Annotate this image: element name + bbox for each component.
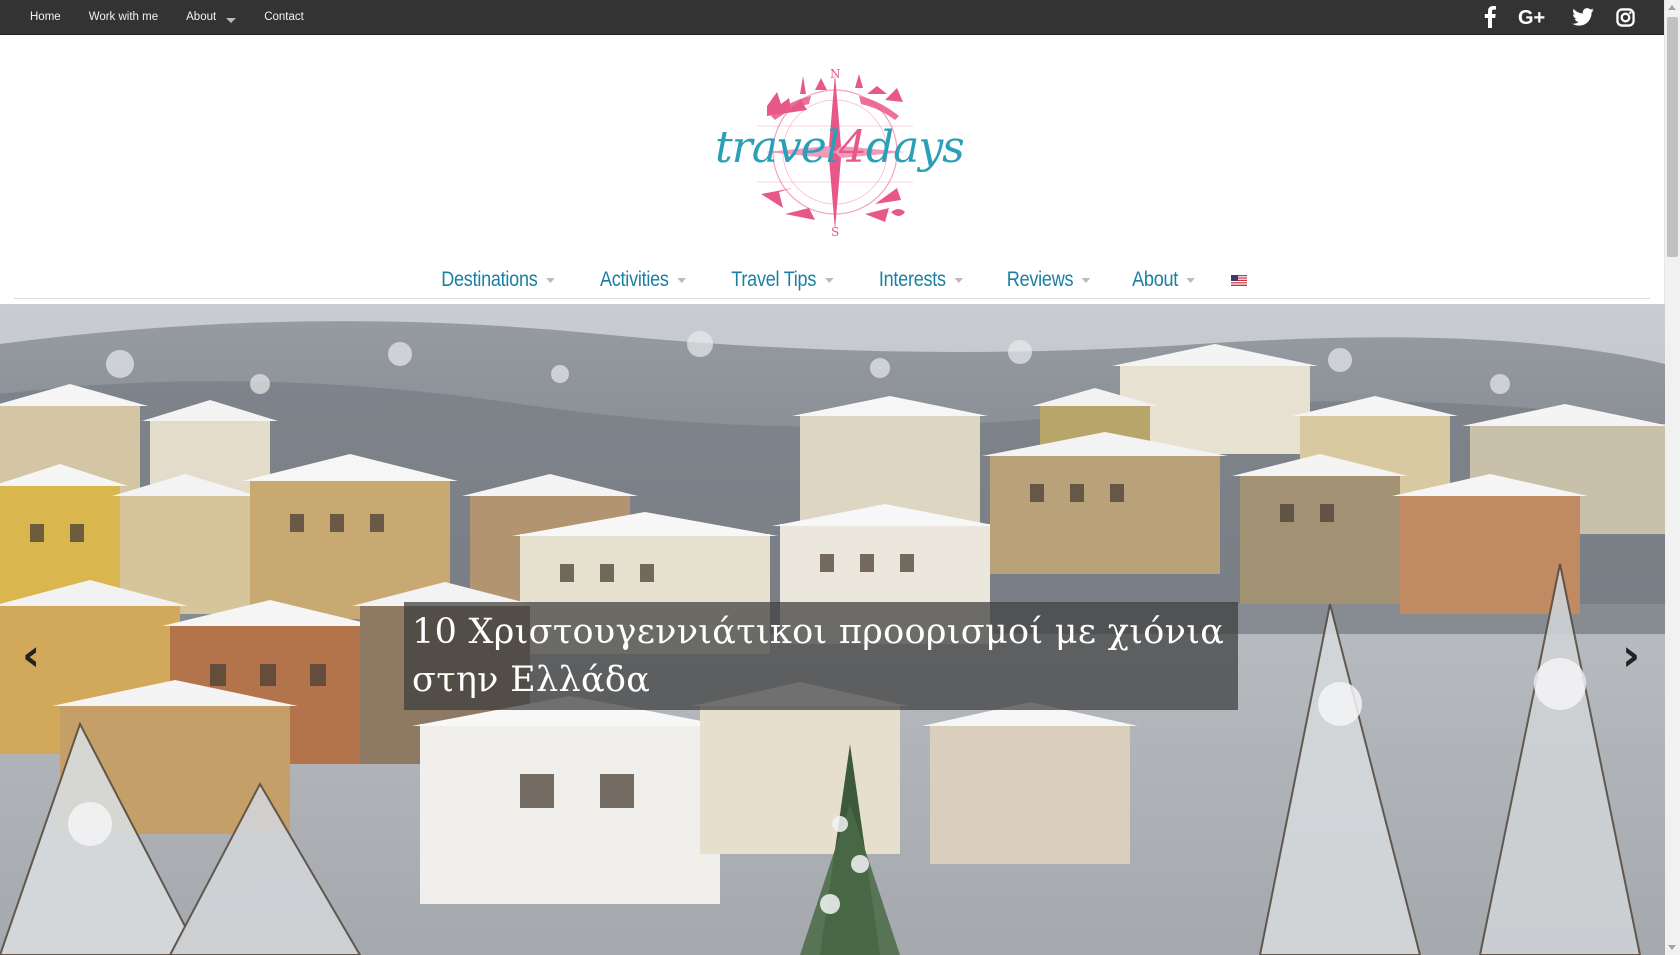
nav-activities[interactable]: Activities <box>588 268 700 292</box>
chevron-down-icon <box>226 17 237 23</box>
logo-text-travel: travel <box>715 122 840 173</box>
nav-activities-label: Activities <box>600 268 670 291</box>
top-nav-contact[interactable]: Contact <box>250 0 318 34</box>
nav-about[interactable]: About <box>1119 268 1208 292</box>
nav-interests[interactable]: Interests <box>866 268 976 292</box>
page-scrollbar[interactable] <box>1664 0 1680 955</box>
us-flag-icon[interactable] <box>1231 274 1248 286</box>
nav-reviews[interactable]: Reviews <box>994 268 1103 292</box>
scroll-down-icon[interactable] <box>1668 945 1676 950</box>
nav-interests-label: Interests <box>878 268 946 291</box>
top-nav-work-with-me[interactable]: Work with me <box>75 0 172 34</box>
chevron-down-icon <box>1081 277 1091 283</box>
nav-destinations-label: Destinations <box>440 268 538 291</box>
nav-destinations[interactable]: Destinations <box>428 268 567 292</box>
nav-travel-tips-label: Travel Tips <box>731 268 817 291</box>
chevron-down-icon <box>545 277 555 283</box>
logo-text-days: days <box>865 122 965 173</box>
site-logo[interactable]: N S travel4days <box>715 64 965 239</box>
chevron-right-icon: › <box>1622 630 1641 681</box>
slide-caption-title: 10 Χριστουγεννιάτικοι προορισμοί με χιόν… <box>412 612 1225 700</box>
compass-north-label: N <box>830 67 841 81</box>
twitter-icon[interactable] <box>1572 8 1594 26</box>
facebook-icon[interactable] <box>1484 6 1496 28</box>
instagram-icon[interactable] <box>1616 7 1635 27</box>
compass-south-label: S <box>831 225 839 239</box>
top-nav-about-label: About <box>186 11 217 23</box>
chevron-down-icon <box>825 277 834 283</box>
chevron-down-icon <box>1186 277 1196 283</box>
google-plus-icon[interactable]: G+ <box>1518 7 1550 27</box>
nav-reviews-label: Reviews <box>1006 268 1074 291</box>
main-nav: Destinations Activities Travel Tips Inte… <box>14 262 1650 299</box>
scroll-up-icon[interactable] <box>1668 5 1676 10</box>
top-bar: Home Work with me About Contact G+ <box>0 0 1665 35</box>
logo-text-four: 4 <box>838 122 867 173</box>
logo-wordmark: travel4days <box>715 122 965 173</box>
top-nav-contact-label: Contact <box>264 11 304 23</box>
top-nav: Home Work with me About Contact <box>16 0 318 34</box>
top-nav-about[interactable]: About <box>172 0 250 34</box>
social-links: G+ <box>1484 0 1635 34</box>
top-nav-home[interactable]: Home <box>16 0 75 34</box>
chevron-down-icon <box>954 277 963 283</box>
slider-next-button[interactable]: › <box>1622 634 1640 678</box>
nav-travel-tips[interactable]: Travel Tips <box>719 268 847 292</box>
hero-slider[interactable]: 10 Χριστουγεννιάτικοι προορισμοί με χιόν… <box>0 304 1665 955</box>
svg-text:G+: G+ <box>1518 7 1545 27</box>
nav-about-label: About <box>1132 268 1179 291</box>
slide-caption[interactable]: 10 Χριστουγεννιάτικοι προορισμοί με χιόν… <box>404 602 1238 710</box>
top-nav-work-label: Work with me <box>88 11 159 23</box>
chevron-left-icon: ‹ <box>22 630 41 681</box>
scrollbar-thumb[interactable] <box>1667 17 1678 257</box>
top-nav-home-label: Home <box>30 11 61 23</box>
chevron-down-icon <box>677 277 687 283</box>
slider-prev-button[interactable]: ‹ <box>22 634 40 678</box>
